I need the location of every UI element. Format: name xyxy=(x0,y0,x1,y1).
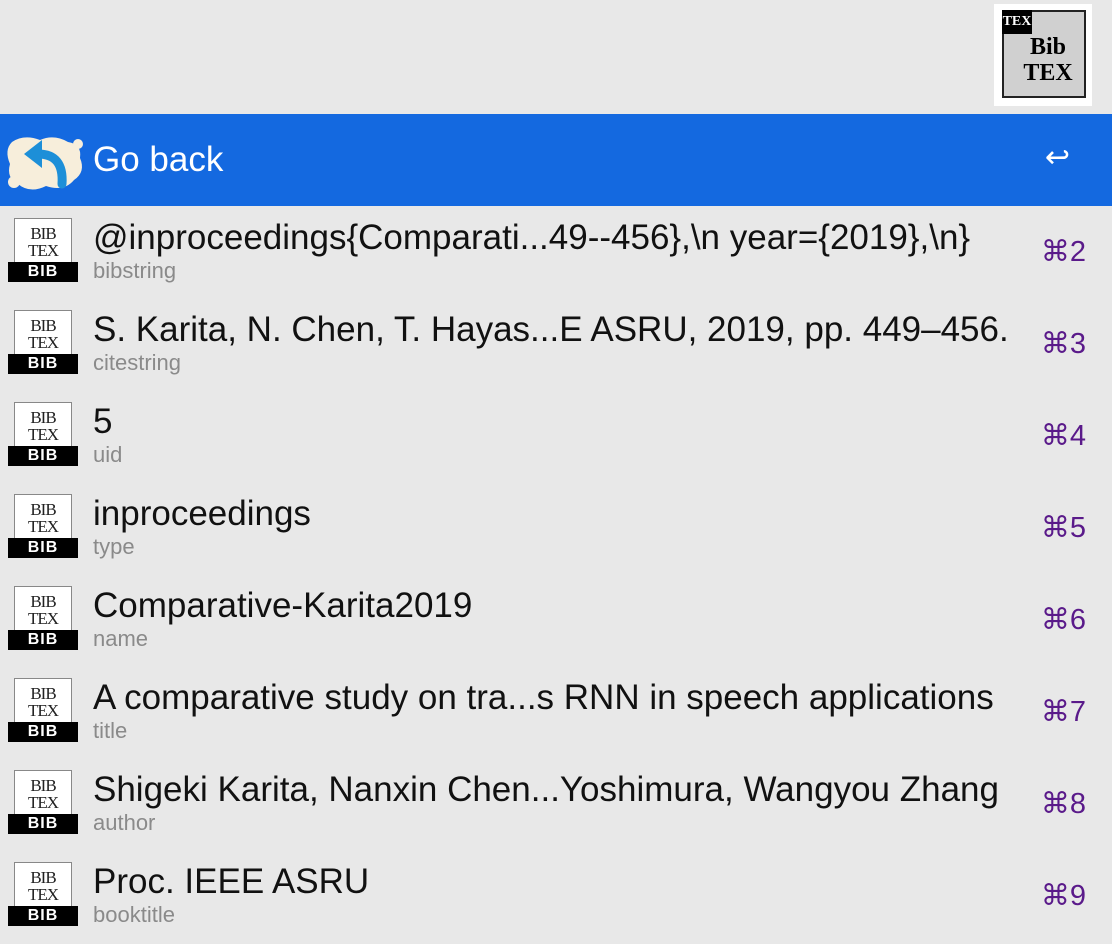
bibtex-file-icon: BIB TEX BIB xyxy=(8,770,78,838)
bibtex-logo-frame: TEX Bib TEX xyxy=(1002,10,1086,98)
bibtex-file-label: BIB xyxy=(8,354,78,374)
bibtex-file-icon: BIB TEX BIB xyxy=(8,586,78,654)
go-back-icon xyxy=(7,137,83,190)
row-title: Go back xyxy=(93,140,224,179)
row-shortcut: ⌘8 xyxy=(1040,788,1086,820)
bibtex-file-label: BIB xyxy=(8,722,78,742)
row-title: 5 xyxy=(93,402,113,441)
icon-text-bottom: TEX xyxy=(27,793,59,812)
bibtex-file-icon: BIB TEX BIB xyxy=(8,218,78,286)
icon-text-bottom: TEX xyxy=(27,425,59,444)
row-title: Shigeki Karita, Nanxin Chen...Yoshimura,… xyxy=(93,770,999,809)
icon-text-top: BIB xyxy=(30,684,56,703)
row-title: S. Karita, N. Chen, T. Hayas...E ASRU, 2… xyxy=(93,310,1009,349)
icon-text-bottom: TEX xyxy=(27,885,59,904)
row-subtitle: type xyxy=(93,534,135,559)
row-subtitle: author xyxy=(93,810,156,835)
row-title: Comparative-Karita2019 xyxy=(93,586,473,625)
result-row[interactable]: BIB TEX BIB A comparative study on tra...… xyxy=(0,666,1112,758)
row-subtitle: citestring xyxy=(93,350,182,375)
row-title: @inproceedings{Comparati...49--456},\n y… xyxy=(93,218,971,257)
result-row[interactable]: BIB TEX BIB inproceedings type ⌘5 xyxy=(0,482,1112,574)
row-shortcut: ⌘2 xyxy=(1040,236,1086,268)
result-row[interactable]: BIB TEX BIB Comparative-Karita2019 name ⌘… xyxy=(0,574,1112,666)
result-row[interactable]: BIB TEX BIB Proc. IEEE ASRU booktitle ⌘9 xyxy=(0,850,1112,942)
result-row[interactable]: BIB TEX BIB 5 uid ⌘4 xyxy=(0,390,1112,482)
bibtex-file-icon: BIB TEX BIB xyxy=(8,678,78,746)
bibtex-file-label: BIB xyxy=(8,262,78,282)
row-shortcut: ⌘4 xyxy=(1040,420,1086,452)
bibtex-file-label: BIB xyxy=(8,814,78,834)
row-subtitle: bibstring xyxy=(93,258,177,283)
icon-text-top: BIB xyxy=(30,408,56,427)
tex-badge: TEX xyxy=(1002,10,1032,34)
bibtex-logo-line2: TEX xyxy=(1023,60,1073,86)
bibtex-logo-line1: Bib xyxy=(1029,34,1067,60)
icon-text-top: BIB xyxy=(30,776,56,795)
row-shortcut: ⌘9 xyxy=(1040,880,1086,912)
row-subtitle: title xyxy=(93,718,128,743)
bibtex-logo: TEX Bib TEX xyxy=(994,4,1092,106)
row-shortcut: ⌘5 xyxy=(1040,512,1086,544)
row-shortcut: ⌘3 xyxy=(1040,328,1086,360)
icon-text-bottom: TEX xyxy=(27,609,59,628)
icon-text-top: BIB xyxy=(30,316,56,335)
bibtex-file-icon: BIB TEX BIB xyxy=(8,402,78,470)
row-shortcut: ⌘6 xyxy=(1040,604,1086,636)
row-subtitle: uid xyxy=(93,442,123,467)
return-key-icon: ↩ xyxy=(1044,141,1070,174)
bibtex-file-icon: BIB TEX BIB xyxy=(8,494,78,562)
row-subtitle: booktitle xyxy=(93,902,175,927)
icon-text-top: BIB xyxy=(30,592,56,611)
bibtex-file-label: BIB xyxy=(8,630,78,650)
icon-text-top: BIB xyxy=(30,224,56,243)
result-row[interactable]: BIB TEX BIB @inproceedings{Comparati...49… xyxy=(0,206,1112,298)
bibtex-file-icon: BIB TEX BIB xyxy=(8,862,78,930)
icon-text-bottom: TEX xyxy=(27,333,59,352)
icon-text-top: BIB xyxy=(30,868,56,887)
bibtex-file-icon: BIB TEX BIB xyxy=(8,310,78,378)
row-title: A comparative study on tra...s RNN in sp… xyxy=(93,678,994,717)
row-title: Proc. IEEE ASRU xyxy=(93,862,370,901)
icon-text-bottom: TEX xyxy=(27,701,59,720)
bibtex-file-label: BIB xyxy=(8,906,78,926)
icon-text-bottom: TEX xyxy=(27,517,59,536)
bibtex-file-label: BIB xyxy=(8,446,78,466)
icon-text-top: BIB xyxy=(30,500,56,519)
result-row[interactable]: BIB TEX BIB S. Karita, N. Chen, T. Hayas.… xyxy=(0,298,1112,390)
row-shortcut: ⌘7 xyxy=(1040,696,1086,728)
bibtex-file-label: BIB xyxy=(8,538,78,558)
result-row[interactable]: BIB TEX BIB Shigeki Karita, Nanxin Chen..… xyxy=(0,758,1112,850)
search-area[interactable]: TEX Bib TEX xyxy=(0,0,1112,114)
bibtex-logo-text: Bib TEX xyxy=(1014,34,1082,86)
row-title: inproceedings xyxy=(93,494,311,533)
result-row-go-back[interactable]: Go back ↩ xyxy=(0,114,1112,206)
row-subtitle: name xyxy=(93,626,149,651)
icon-text-bottom: TEX xyxy=(27,241,59,260)
